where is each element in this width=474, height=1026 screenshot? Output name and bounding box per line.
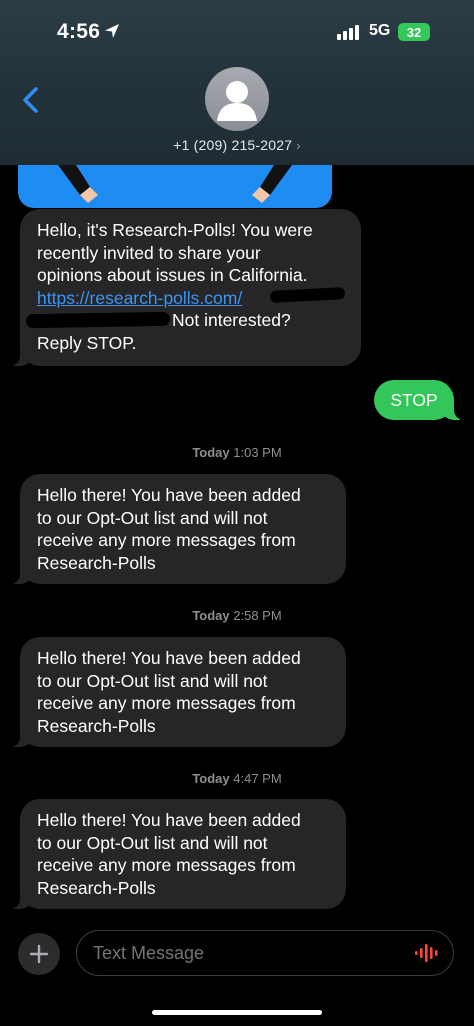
incoming-message[interactable]: Hello there! You have been added to our … [4,637,346,747]
contact-number: +1 (209) 215-2027 [173,137,293,153]
timestamp-day: Today [192,608,230,623]
network-type: 5G [369,22,391,39]
message-text-line: Hello there! You have been added [37,485,301,505]
message-text-line: Research-Polls [37,877,156,898]
image-attachment[interactable] [18,165,332,208]
message-text-line: Hello, it's Research-Polls! You were [37,220,313,240]
message-text-line: Reply STOP. [37,332,137,353]
message-text-line: receive any more messages from [37,693,296,714]
person-icon [217,81,257,121]
message-text-line: Research-Polls [37,715,156,736]
timestamp-time: 1:03 PM [233,445,282,460]
timestamp: Today 4:47 PM [0,771,474,786]
outgoing-message[interactable]: STOP [374,380,470,420]
message-text-line: receive any more messages from [37,855,296,876]
plus-icon [29,944,49,964]
incoming-message[interactable]: Hello, it's Research-Polls! You were rec… [4,209,361,366]
home-indicator[interactable] [152,1010,322,1015]
message-text-line: Hello there! You have been added [37,648,301,668]
contact-avatar[interactable] [205,67,269,131]
incoming-message[interactable]: Hello there! You have been added to our … [4,799,346,909]
battery-level: 32 [406,24,422,40]
status-time: 4:56 [57,20,101,43]
message-text-line: to our Opt-Out list and will not [37,670,268,691]
timestamp: Today 2:58 PM [0,608,474,623]
outgoing-message-text: STOP [390,389,438,410]
timestamp: Today 1:03 PM [0,445,474,460]
message-text-line: opinions about issues in California. [37,265,308,286]
timestamp-time: 2:58 PM [233,608,282,623]
contact-name-row[interactable]: +1 (209) 215-2027 › [0,137,474,153]
timestamp-day: Today [192,445,230,460]
research-polls-link[interactable]: https://research-polls.com/ [37,288,242,308]
message-text-line: Research-Polls [37,552,156,573]
timestamp-day: Today [192,771,230,786]
incoming-message[interactable]: Hello there! You have been added to our … [4,474,346,584]
battery-indicator: 32 [398,23,430,41]
conversation-header: 4:56 5G 32 +1 (209) 215-2027 › [0,0,474,165]
back-chevron-icon[interactable] [18,86,44,114]
text-message-input[interactable] [76,930,454,976]
attachment-image [58,165,292,203]
chevron-right-icon: › [296,138,301,153]
location-arrow-icon [105,24,119,38]
message-text-line: to our Opt-Out list and will not [37,507,268,528]
apps-plus-button[interactable] [18,933,60,975]
audio-waveform-icon[interactable] [414,943,440,963]
timestamp-time: 4:47 PM [233,771,282,786]
message-text-line: receive any more messages from [37,530,296,551]
message-text-line: Not interested? [172,310,291,331]
message-text-line: recently invited to share your [37,242,261,263]
message-text-line: Hello there! You have been added [37,810,301,830]
message-text-line: to our Opt-Out list and will not [37,832,268,853]
cellular-signal-icon [337,24,359,40]
